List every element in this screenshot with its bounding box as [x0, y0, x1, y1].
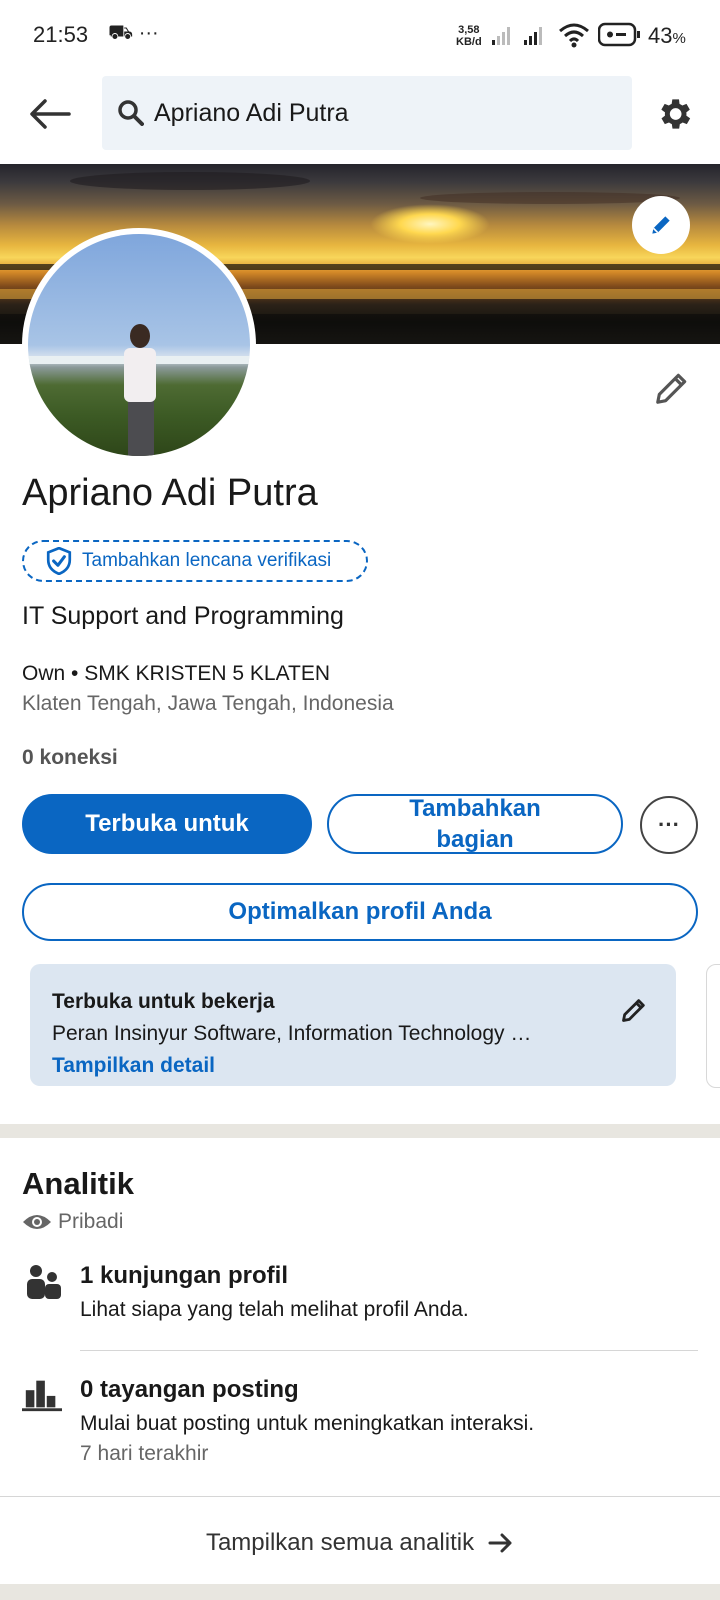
optimize-profile-button[interactable]: Optimalkan profil Anda: [22, 883, 698, 941]
search-icon: [118, 99, 146, 127]
profile-name: Apriano Adi Putra: [22, 472, 318, 514]
network-speed: 3,58 KB/d: [456, 24, 482, 48]
divider: [80, 1350, 698, 1351]
edit-intro-button[interactable]: [652, 368, 692, 408]
add-section-label-line1: Tambahkan: [409, 795, 541, 822]
battery-percent-unit: %: [672, 30, 686, 47]
search-input[interactable]: Apriano Adi Putra: [102, 76, 632, 150]
more-options-button[interactable]: ···: [640, 796, 698, 854]
signal-2-icon: [524, 27, 542, 45]
profile-headline: IT Support and Programming: [22, 602, 344, 630]
status-time: 21:53: [33, 22, 89, 47]
analytics-item-post-impressions[interactable]: 0 tayangan posting Mulai buat posting un…: [80, 1376, 534, 1466]
open-to-work-title: Terbuka untuk bekerja: [52, 990, 275, 1013]
open-to-button[interactable]: Terbuka untuk: [22, 794, 312, 854]
bar-chart-icon: [22, 1374, 62, 1414]
show-all-analytics-button[interactable]: Tampilkan semua analitik: [0, 1508, 720, 1578]
section-divider: [0, 1584, 720, 1600]
profile-company: Own • SMK KRISTEN 5 KLATEN: [22, 662, 331, 685]
section-divider: [0, 1124, 720, 1138]
next-card-peek[interactable]: [706, 964, 720, 1088]
analytics-title: Analitik: [22, 1166, 134, 1201]
arrow-right-icon: [488, 1532, 514, 1554]
divider: [0, 1496, 720, 1497]
people-icon: [24, 1262, 64, 1302]
open-to-work-card[interactable]: Terbuka untuk bekerja Peran Insinyur Sof…: [30, 964, 676, 1086]
pencil-icon: [622, 999, 645, 1022]
analytics-item-profile-views[interactable]: 1 kunjungan profil Lihat siapa yang tela…: [80, 1262, 469, 1322]
show-all-analytics-label: Tampilkan semua analitik: [205, 1529, 475, 1556]
analytics-visibility: Pribadi: [22, 1210, 123, 1234]
shield-check-icon: [46, 547, 74, 575]
profile-views-sub: Lihat siapa yang telah melihat profil An…: [80, 1298, 469, 1321]
verification-badge-label: Tambahkan lencana verifikasi: [82, 550, 332, 571]
visibility-label: Pribadi: [58, 1210, 124, 1233]
pencil-icon: [656, 373, 687, 404]
post-impressions-period: 7 hari terakhir: [80, 1442, 209, 1465]
edit-banner-button[interactable]: [632, 196, 690, 254]
add-section-button[interactable]: Tambahkan bagian: [327, 794, 623, 854]
battery-percent-value: 43: [648, 23, 673, 48]
profile-location: Klaten Tengah, Jawa Tengah, Indonesia: [22, 692, 394, 715]
open-to-work-roles: Peran Insinyur Software, Information Tec…: [52, 1022, 532, 1045]
search-query: Apriano Adi Putra: [154, 98, 349, 127]
pencil-icon: [652, 216, 670, 234]
network-speed-value: 3,58: [458, 24, 480, 36]
edit-open-to-work-button[interactable]: [618, 994, 650, 1026]
eye-icon: [23, 1215, 51, 1229]
connections-count[interactable]: 0 koneksi: [22, 746, 118, 770]
battery-icon: [598, 22, 640, 47]
post-impressions-headline: 0 tayangan posting: [80, 1376, 299, 1403]
back-button[interactable]: [24, 88, 76, 140]
show-details-link[interactable]: Tampilkan detail: [52, 1054, 215, 1078]
battery-percent: 43%: [648, 23, 686, 49]
wifi-icon: [559, 23, 589, 48]
signal-1-icon: [492, 27, 510, 45]
avatar[interactable]: [22, 228, 256, 462]
notification-icons: ⛟ ···: [108, 22, 159, 44]
back-arrow-icon: [30, 99, 71, 129]
post-impressions-sub: Mulai buat posting untuk meningkatkan in…: [80, 1412, 535, 1435]
add-verification-badge-button[interactable]: Tambahkan lencana verifikasi: [22, 540, 368, 582]
profile-views-headline: 1 kunjungan profil: [80, 1262, 288, 1289]
gear-icon: [661, 99, 691, 129]
settings-button[interactable]: [652, 92, 696, 136]
network-speed-unit: KB/d: [456, 36, 482, 48]
add-section-label-line2: bagian: [436, 826, 514, 853]
